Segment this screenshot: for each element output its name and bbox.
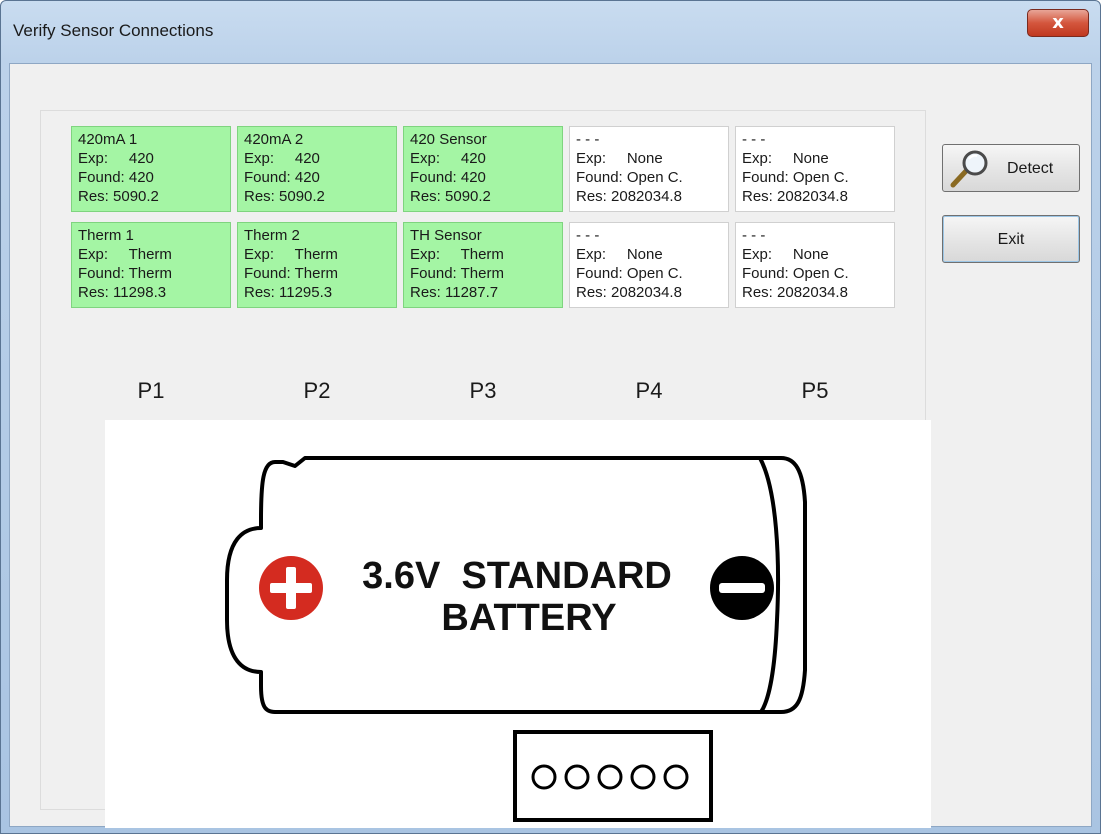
resistance-value: Res: 11298.3: [78, 284, 167, 301]
expected-value: Exp: 420: [244, 150, 320, 167]
port-label-p5: P5: [801, 378, 829, 403]
detect-button-label: Detect: [1007, 160, 1054, 177]
port-p2-top-cell: 420mA 2 Exp: 420 Found: 420 Res: 5090.2: [237, 126, 397, 212]
port-p1-top-cell: 420mA 1 Exp: 420 Found: 420 Res: 5090.2: [71, 126, 231, 212]
sensor-name: 420 Sensor: [410, 131, 487, 148]
window-title: Verify Sensor Connections: [13, 21, 214, 40]
close-icon: x: [1052, 12, 1064, 33]
expected-value: Exp: Therm: [244, 246, 338, 263]
sensor-name: - - -: [742, 227, 766, 244]
close-button[interactable]: x: [1027, 9, 1089, 37]
found-value: Found: Open C.: [742, 169, 849, 186]
expected-value: Exp: None: [742, 150, 829, 167]
sensor-name: - - -: [576, 131, 600, 148]
expected-value: Exp: Therm: [78, 246, 172, 263]
sensor-name: 420mA 1: [78, 131, 138, 148]
expected-value: Exp: 420: [78, 150, 154, 167]
sensor-name: Therm 2: [244, 227, 300, 244]
port-p1-bottom-cell: Therm 1 Exp: Therm Found: Therm Res: 112…: [71, 222, 231, 308]
dialog-client-area: 420mA 1 Exp: 420 Found: 420 Res: 5090.2 …: [9, 63, 1092, 828]
plus-terminal-icon: [259, 556, 323, 620]
found-value: Found: 420: [410, 169, 486, 186]
resistance-value: Res: 5090.2: [244, 188, 325, 205]
resistance-value: Res: 2082034.8: [576, 188, 682, 205]
resistance-value: Res: 5090.2: [410, 188, 491, 205]
sensor-name: - - -: [576, 227, 600, 244]
sensor-name: - - -: [742, 131, 766, 148]
found-value: Found: Therm: [410, 265, 504, 282]
resistance-value: Res: 11287.7: [410, 284, 499, 301]
sensor-groupbox: 420mA 1 Exp: 420 Found: 420 Res: 5090.2 …: [40, 110, 931, 828]
found-value: Found: 420: [244, 169, 320, 186]
port-p2-bottom-cell: Therm 2 Exp: Therm Found: Therm Res: 112…: [237, 222, 397, 308]
port-p4-top-cell: - - - Exp: None Found: Open C. Res: 2082…: [569, 126, 729, 212]
resistance-value: Res: 5090.2: [78, 188, 159, 205]
expected-value: Exp: Therm: [410, 246, 504, 263]
dialog-window: Verify Sensor Connections x 420mA 1 Exp:…: [0, 0, 1101, 834]
port-p5-top-cell: - - - Exp: None Found: Open C. Res: 2082…: [735, 126, 895, 212]
expected-value: Exp: None: [576, 150, 663, 167]
exit-button[interactable]: Exit: [942, 215, 1080, 263]
port-p5-bottom-cell: - - - Exp: None Found: Open C. Res: 2082…: [735, 222, 895, 308]
port-p4-bottom-cell: - - - Exp: None Found: Open C. Res: 2082…: [569, 222, 729, 308]
port-label-p4: P4: [635, 378, 663, 403]
resistance-value: Res: 11295.3: [244, 284, 333, 301]
port-label-p2: P2: [303, 378, 331, 403]
exit-button-label: Exit: [997, 231, 1025, 248]
battery-label-line1: 3.6V STANDARD: [362, 555, 672, 597]
detect-button[interactable]: Detect: [942, 144, 1080, 192]
resistance-value: Res: 2082034.8: [576, 284, 682, 301]
sensor-name: 420mA 2: [244, 131, 304, 148]
title-bar[interactable]: Verify Sensor Connections x: [1, 1, 1100, 63]
sensor-name: TH Sensor: [410, 227, 482, 244]
expected-value: Exp: 420: [410, 150, 486, 167]
magnifier-icon: [950, 150, 988, 188]
port-label-p3: P3: [469, 378, 497, 403]
found-value: Found: Therm: [244, 265, 338, 282]
found-value: Found: Open C.: [742, 265, 849, 282]
battery-diagram: 3.6V STANDARD BATTERY: [225, 456, 807, 822]
battery-label-line2: BATTERY: [441, 597, 616, 639]
resistance-value: Res: 2082034.8: [742, 284, 848, 301]
resistance-value: Res: 2082034.8: [742, 188, 848, 205]
port-p3-bottom-cell: TH Sensor Exp: Therm Found: Therm Res: 1…: [403, 222, 563, 308]
found-value: Found: 420: [78, 169, 154, 186]
sensor-name: Therm 1: [78, 227, 134, 244]
expected-value: Exp: None: [576, 246, 663, 263]
expected-value: Exp: None: [742, 246, 829, 263]
port-label-p1: P1: [137, 378, 165, 403]
minus-terminal-icon: [710, 556, 774, 620]
found-value: Found: Therm: [78, 265, 172, 282]
found-value: Found: Open C.: [576, 169, 683, 186]
found-value: Found: Open C.: [576, 265, 683, 282]
port-p3-top-cell: 420 Sensor Exp: 420 Found: 420 Res: 5090…: [403, 126, 563, 212]
connector-block: [513, 730, 713, 822]
battery-diagram-panel: 3.6V STANDARD BATTERY: [105, 420, 931, 828]
